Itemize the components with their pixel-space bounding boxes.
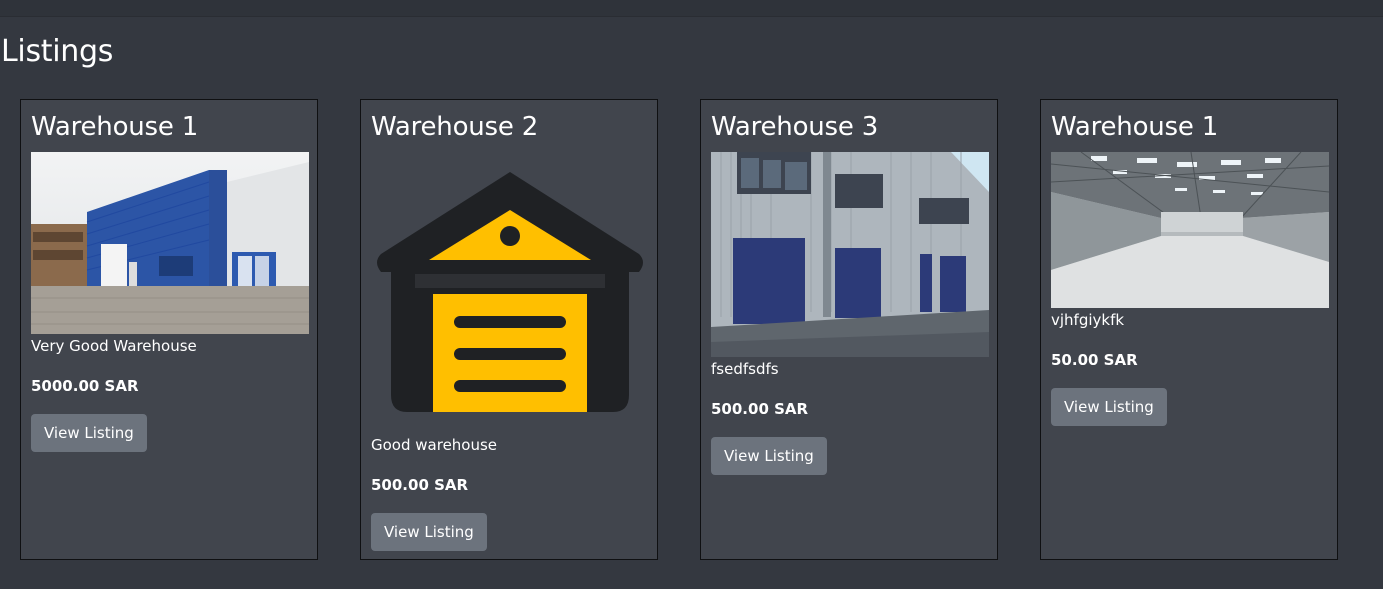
listing-price: 5000.00 SAR: [31, 377, 139, 395]
view-listing-button[interactable]: View Listing: [371, 513, 487, 551]
listing-description: fsedfsdfs: [711, 360, 779, 378]
warehouse-photo: [31, 152, 309, 334]
listing-title: Warehouse 1: [1051, 112, 1219, 142]
listing-card: Warehouse 2 Good warehouse 500.00 SAR Vi…: [360, 99, 658, 560]
listing-price: 50.00 SAR: [1051, 351, 1138, 369]
warehouse-photo: [711, 152, 989, 357]
view-listing-button[interactable]: View Listing: [1051, 388, 1167, 426]
listing-title: Warehouse 2: [371, 112, 539, 142]
listing-title: Warehouse 1: [31, 112, 199, 142]
garage-door-icon: [377, 172, 643, 412]
listing-card: Warehouse 1 vjhfgiykfk 50.00 SAR View Li…: [1040, 99, 1338, 560]
warehouse-photo: [1051, 152, 1329, 308]
listing-title: Warehouse 3: [711, 112, 879, 142]
view-listing-button[interactable]: View Listing: [31, 414, 147, 452]
listing-card: Warehouse 1 Very Good Warehouse 5000.00 …: [20, 99, 318, 560]
listing-description: vjhfgiykfk: [1051, 311, 1125, 329]
listing-description: Good warehouse: [371, 436, 498, 454]
listing-card: Warehouse 3 fsedfsdfs 500.00 SAR View Li…: [700, 99, 998, 560]
listing-description: Very Good Warehouse: [31, 337, 197, 355]
page-title: Listings: [1, 34, 114, 69]
listing-price: 500.00 SAR: [711, 400, 809, 418]
listing-price: 500.00 SAR: [371, 476, 469, 494]
view-listing-button[interactable]: View Listing: [711, 437, 827, 475]
top-navbar: [0, 0, 1383, 17]
